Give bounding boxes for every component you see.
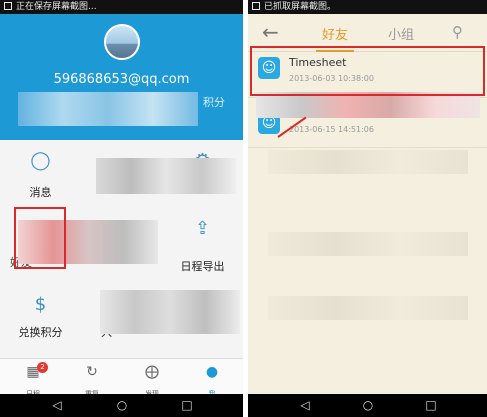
blurred-region [18,92,198,126]
tab-discover[interactable]: ⨁ 发现 [122,359,182,398]
home-nav-icon[interactable]: ○ [115,399,129,412]
timesheet-highlight-box [250,46,485,96]
account-email: 596868653@qq.com [53,72,190,87]
friend-timestamp: 2013-06-15 14:51:06 [289,125,374,134]
home-nav-icon[interactable]: ○ [361,399,375,412]
status-text: 正在保存屏幕截图... [16,2,97,12]
android-nav-bar: ◁ ○ □ [248,394,487,417]
status-bar: 正在保存屏幕截图... [0,0,243,14]
tab-me[interactable]: ● 我 [182,359,242,398]
notification-badge: 2 [37,362,48,373]
android-nav-bar: ◁ ○ □ [0,394,243,417]
tab-repeat[interactable]: ↻ 重复 [62,359,122,398]
avatar[interactable] [104,24,140,60]
person-icon: ● [205,364,219,380]
status-bar: 已抓取屏幕截图。 [248,0,487,14]
screenshot-icon [4,2,12,10]
bottom-tab-bar: ▦ 日程 2 ↻ 重复 ⨁ 发现 ● 我 [0,358,243,398]
back-nav-icon[interactable]: ◁ [298,399,312,412]
screenshot-icon [252,2,260,10]
profile-header: 596868653@qq.com 积分 [0,14,243,140]
tab-friends[interactable]: 好友 [315,24,355,52]
left-phone-screen: 正在保存屏幕截图... 596868653@qq.com 积分 ◯ 消息 ⚙ 好… [0,0,243,417]
back-nav-icon[interactable]: ◁ [50,399,64,412]
export-schedule-button[interactable]: ⇪ 日程导出 [162,212,243,284]
status-text: 已抓取屏幕截图。 [264,2,337,12]
back-arrow-icon[interactable]: ← [262,22,279,42]
tab-groups[interactable]: 小组 [388,24,414,43]
money-bag-icon: $ [34,294,47,315]
tab-schedule[interactable]: ▦ 日程 2 [3,359,63,398]
repeat-icon: ↻ [86,364,98,380]
friends-highlight-box [14,207,66,269]
chat-bubble-icon: ◯ [30,150,51,171]
recents-nav-icon[interactable]: □ [180,399,194,412]
right-phone-screen: 已抓取屏幕截图。 ← 好友 小组 ⚲ ☺ Timesheet 2013-06-0… [248,0,487,417]
blurred-region [268,232,468,256]
points-label: 积分 [203,96,225,109]
compass-icon: ⨁ [145,364,159,380]
blurred-region [96,158,236,194]
blurred-region [268,150,468,174]
messages-button[interactable]: ◯ 消息 [0,140,81,212]
blurred-region [100,290,240,334]
recents-nav-icon[interactable]: □ [424,399,438,412]
redeem-points-button[interactable]: $ 兑换积分 [0,284,81,356]
blurred-region [268,296,468,320]
share-export-icon: ⇪ [194,218,211,239]
search-icon[interactable]: ⚲ [452,23,463,41]
